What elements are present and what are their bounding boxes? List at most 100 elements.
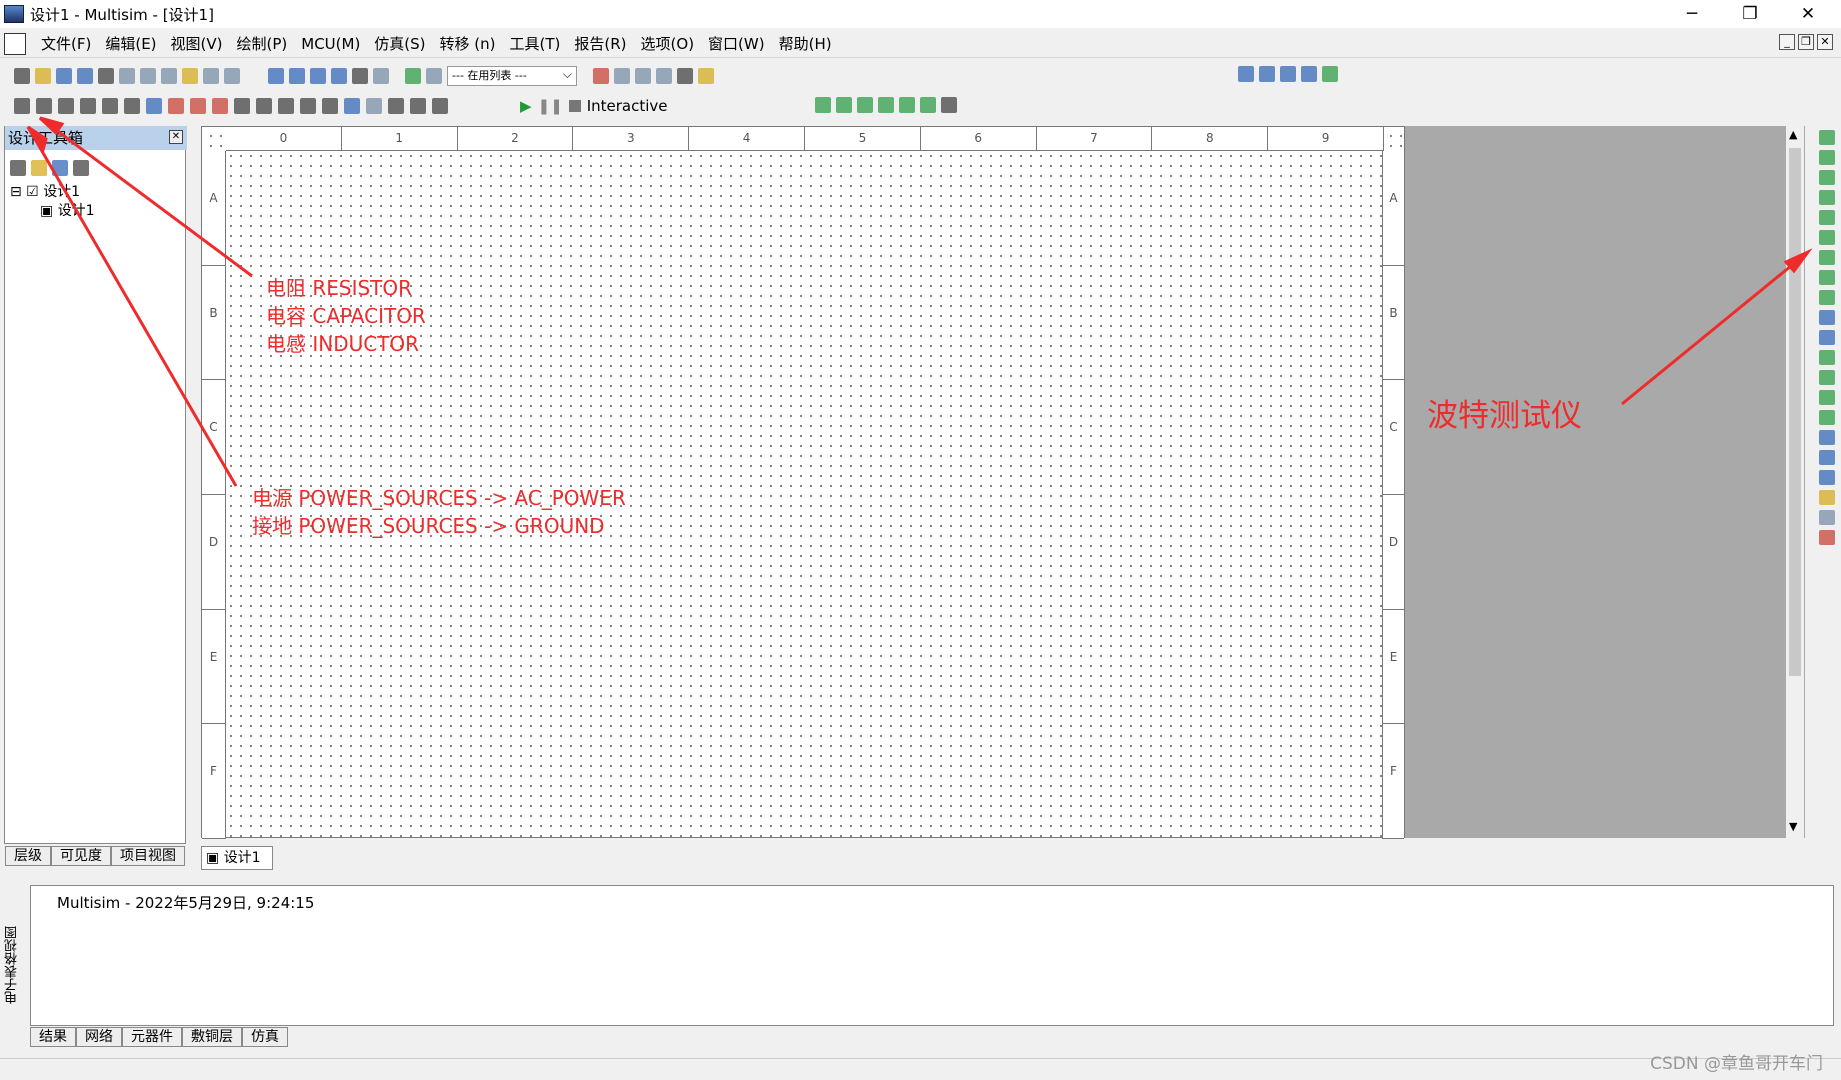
tab-components[interactable]: 元器件 <box>122 1027 182 1047</box>
connector-icon[interactable] <box>388 98 404 114</box>
mixed-icon[interactable] <box>234 98 250 114</box>
current-clamp-icon[interactable] <box>1819 530 1835 545</box>
logic-converter-icon[interactable] <box>1819 290 1835 305</box>
ni-elvismx-instrument-icon[interactable] <box>1819 510 1835 525</box>
menu-reports[interactable]: 报告(R) <box>567 33 633 54</box>
probe-settings-icon[interactable] <box>941 97 957 113</box>
bode-plotter-icon[interactable] <box>1819 230 1835 245</box>
tab-project-view[interactable]: 项目视图 <box>111 846 185 866</box>
ruler-icon[interactable] <box>331 68 347 84</box>
multimeter-icon[interactable] <box>1819 130 1835 145</box>
tab-simulation[interactable]: 仿真 <box>242 1027 288 1047</box>
menu-window[interactable]: 窗口(W) <box>701 33 772 54</box>
scroll-thumb[interactable] <box>1789 148 1801 676</box>
open-icon[interactable] <box>35 68 51 84</box>
source-icon[interactable] <box>14 98 30 114</box>
zoom-area-icon[interactable] <box>1280 66 1296 82</box>
mdi-close-button[interactable]: ✕ <box>1817 34 1833 50</box>
scroll-up-icon[interactable]: ▲ <box>1789 128 1797 141</box>
tektronix-oscilloscope-icon[interactable] <box>1819 470 1835 485</box>
diode-icon[interactable] <box>58 98 74 114</box>
agilent-multimeter-icon[interactable] <box>1819 430 1835 445</box>
transistor-icon[interactable] <box>80 98 96 114</box>
menu-place[interactable]: 绘制(P) <box>230 33 295 54</box>
voltage-reference-probe-icon[interactable] <box>899 97 915 113</box>
mdi-restore-button[interactable]: ❐ <box>1798 34 1814 50</box>
tab-hierarchy[interactable]: 层级 <box>5 846 51 866</box>
schematic-sheet[interactable]: 0123456789 ABCDEF ABCDEF <box>201 126 1405 840</box>
menu-simulate[interactable]: 仿真(S) <box>367 33 432 54</box>
electromech-icon[interactable] <box>344 98 360 114</box>
help-icon[interactable] <box>698 68 714 84</box>
differential-probe-icon[interactable] <box>878 97 894 113</box>
agilent-oscilloscope-icon[interactable] <box>1819 450 1835 465</box>
tab-copper-layers[interactable]: 敷铜层 <box>182 1027 242 1047</box>
simulation-mode[interactable]: Interactive <box>587 97 668 115</box>
zoom-in-icon[interactable] <box>1238 66 1254 82</box>
copy-icon[interactable] <box>161 68 177 84</box>
menu-mcu[interactable]: MCU(M) <box>294 35 367 53</box>
digital-probe-icon[interactable] <box>920 97 936 113</box>
close-button[interactable]: ✕ <box>1779 0 1837 28</box>
ni-component-icon[interactable] <box>366 98 382 114</box>
tab-nets[interactable]: 网络 <box>76 1027 122 1047</box>
full-screen-icon[interactable] <box>1322 66 1338 82</box>
grapher-icon[interactable] <box>268 68 284 84</box>
basic-component-icon[interactable] <box>36 98 52 114</box>
agilent-generator-icon[interactable] <box>1819 410 1835 425</box>
menu-options[interactable]: 选项(O) <box>634 33 702 54</box>
in-use-list-dropdown[interactable]: --- 在用列表 --- <box>447 65 577 86</box>
erc-icon[interactable] <box>593 68 609 84</box>
distortion-analyzer-icon[interactable] <box>1819 350 1835 365</box>
function-generator-icon[interactable] <box>1819 150 1835 165</box>
pause-icon[interactable]: ❚❚ <box>538 97 563 115</box>
minimize-button[interactable]: ─ <box>1663 0 1721 28</box>
misc-digital-icon[interactable] <box>212 98 228 114</box>
print-icon[interactable] <box>98 68 114 84</box>
close-design-icon[interactable] <box>73 160 89 176</box>
tab-visibility[interactable]: 可见度 <box>51 846 111 866</box>
save-design-icon[interactable] <box>52 160 68 176</box>
menu-view[interactable]: 视图(V) <box>164 33 230 54</box>
scroll-down-icon[interactable]: ▼ <box>1789 820 1797 833</box>
current-probe-icon[interactable] <box>836 97 852 113</box>
mdi-minimize-button[interactable]: _ <box>1779 34 1795 50</box>
description-icon[interactable] <box>352 68 368 84</box>
search-icon[interactable] <box>677 68 693 84</box>
bus-icon[interactable] <box>432 98 448 114</box>
paste-icon[interactable] <box>182 68 198 84</box>
mcu-icon[interactable] <box>168 98 184 114</box>
toolbox-close-button[interactable]: ✕ <box>169 130 183 144</box>
spreadsheet-icon[interactable] <box>289 68 305 84</box>
tree-root[interactable]: ⊟ ☑ 设计1 <box>10 183 95 202</box>
zoom-out-icon[interactable] <box>1259 66 1275 82</box>
cmos-icon[interactable] <box>146 98 162 114</box>
voltage-probe-icon[interactable] <box>815 97 831 113</box>
vertical-scrollbar[interactable]: ▲ ▼ <box>1786 126 1804 838</box>
wattmeter-icon[interactable] <box>1819 170 1835 185</box>
run-icon[interactable]: ▶ <box>520 97 532 115</box>
forward-annotate-icon[interactable] <box>635 68 651 84</box>
analog-icon[interactable] <box>102 98 118 114</box>
menu-help[interactable]: 帮助(H) <box>772 33 839 54</box>
cut-icon[interactable] <box>140 68 156 84</box>
menu-file[interactable]: 文件(F) <box>34 33 98 54</box>
frequency-counter-icon[interactable] <box>1819 250 1835 265</box>
spectrum-analyzer-icon[interactable] <box>1819 370 1835 385</box>
show-grid-icon[interactable] <box>310 68 326 84</box>
redo-icon[interactable] <box>224 68 240 84</box>
rf-icon[interactable] <box>322 98 338 114</box>
print-preview-icon[interactable] <box>119 68 135 84</box>
component-wizard-icon[interactable] <box>405 68 421 84</box>
parts-list-icon[interactable] <box>373 68 389 84</box>
undo-icon[interactable] <box>203 68 219 84</box>
menu-transfer[interactable]: 转移 (n) <box>433 33 503 54</box>
database-icon[interactable] <box>426 68 442 84</box>
menu-tools[interactable]: 工具(T) <box>503 33 568 54</box>
four-channel-oscilloscope-icon[interactable] <box>1819 210 1835 225</box>
transfer-icon[interactable] <box>656 68 672 84</box>
power-component-icon[interactable] <box>278 98 294 114</box>
network-analyzer-icon[interactable] <box>1819 390 1835 405</box>
back-annotate-icon[interactable] <box>614 68 630 84</box>
power-probe-icon[interactable] <box>857 97 873 113</box>
